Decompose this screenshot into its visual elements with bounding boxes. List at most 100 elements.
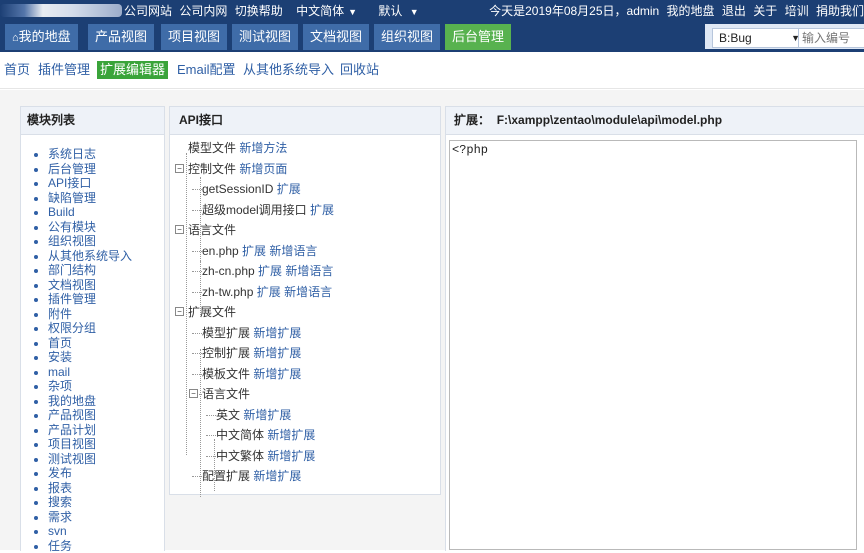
tree-action-link[interactable]: 新增扩展 <box>253 326 301 340</box>
module-item[interactable]: 报表 <box>48 481 164 496</box>
subnav-extension-editor[interactable]: 扩展编辑器 <box>97 61 168 79</box>
tree-node: en.php 扩展 新增语言 <box>174 242 440 263</box>
tree-node-label[interactable]: 配置扩展 <box>202 469 250 483</box>
module-item[interactable]: 插件管理 <box>48 292 164 307</box>
subnav-plugin-manage[interactable]: 插件管理 <box>38 62 90 78</box>
module-item[interactable]: 缺陷管理 <box>48 191 164 206</box>
collapse-toggle-icon[interactable]: − <box>175 164 184 173</box>
subnav-email-config[interactable]: Email配置 <box>177 62 236 78</box>
module-item[interactable]: svn <box>48 524 164 539</box>
module-item[interactable]: 杂项 <box>48 379 164 394</box>
search-input[interactable] <box>798 28 864 48</box>
about-link[interactable]: 关于 <box>753 4 777 18</box>
module-item[interactable]: 安装 <box>48 350 164 365</box>
module-item[interactable]: 附件 <box>48 307 164 322</box>
tree-action-link[interactable]: 新增语言 <box>285 264 333 278</box>
language-switch[interactable]: 中文简体▼ <box>296 4 361 18</box>
tree-node-label[interactable]: 中文繁体 <box>216 449 264 463</box>
tree-node-label[interactable]: 英文 <box>216 408 240 422</box>
module-item[interactable]: 产品计划 <box>48 423 164 438</box>
tree-node-label[interactable]: 超级model调用接口 <box>202 203 307 217</box>
tree-node-label[interactable]: 模板文件 <box>202 367 250 381</box>
my-dashboard-link[interactable]: 我的地盘 <box>667 4 715 18</box>
tree-node-label[interactable]: getSessionID <box>202 182 273 196</box>
code-editor[interactable] <box>449 140 857 550</box>
module-item[interactable]: 测试视图 <box>48 452 164 467</box>
module-item[interactable]: 后台管理 <box>48 162 164 177</box>
tree-node-label[interactable]: 模型扩展 <box>202 326 250 340</box>
tab-product[interactable]: 产品视图 <box>88 24 154 50</box>
tree-node-label[interactable]: 控制扩展 <box>202 346 250 360</box>
tree-node-label[interactable]: 控制文件 <box>188 162 236 176</box>
module-item[interactable]: mail <box>48 365 164 380</box>
tree-action-link[interactable]: 新增语言 <box>284 285 332 299</box>
module-item[interactable]: 系统日志 <box>48 147 164 162</box>
collapse-toggle-icon[interactable]: − <box>175 307 184 316</box>
top-right-links: 今天是2019年08月25日，admin 我的地盘 退出 关于 培训 捐助我们 <box>485 1 864 21</box>
tree-action-link[interactable]: 扩展 <box>310 203 334 217</box>
tab-my-dashboard[interactable]: ⌂我的地盘 <box>5 24 78 50</box>
tree-action-link[interactable]: 新增扩展 <box>267 428 315 442</box>
tree-action-link[interactable]: 新增扩展 <box>243 408 291 422</box>
company-intranet-link[interactable]: 公司内网 <box>179 4 227 18</box>
tree-connector <box>192 333 202 334</box>
theme-switch[interactable]: 默认 ▼ <box>378 4 422 18</box>
tab-admin[interactable]: 后台管理 <box>445 24 511 50</box>
tree-action-link[interactable]: 新增扩展 <box>253 367 301 381</box>
module-item[interactable]: 文档视图 <box>48 278 164 293</box>
training-link[interactable]: 培训 <box>785 4 809 18</box>
subnav-recycle-bin[interactable]: 回收站 <box>340 62 379 78</box>
tree-node-label[interactable]: 模型文件 <box>188 141 236 155</box>
tree-action-link[interactable]: 新增扩展 <box>253 346 301 360</box>
tree-node-label[interactable]: 语言文件 <box>202 387 250 401</box>
module-item[interactable]: 需求 <box>48 510 164 525</box>
tab-project[interactable]: 项目视图 <box>161 24 227 50</box>
module-item[interactable]: 首页 <box>48 336 164 351</box>
tree-action-link[interactable]: 扩展 <box>257 285 281 299</box>
subnav-home[interactable]: 首页 <box>4 62 30 78</box>
logout-link[interactable]: 退出 <box>722 4 746 18</box>
switch-help-link[interactable]: 切换帮助 <box>235 4 283 18</box>
module-item[interactable]: 产品视图 <box>48 408 164 423</box>
company-site-link[interactable]: 公司网站 <box>124 4 172 18</box>
module-list-panel: 模块列表 系统日志后台管理API接口缺陷管理Build公有模块组织视图从其他系统… <box>20 106 165 551</box>
chevron-down-icon: ▼ <box>410 7 419 17</box>
module-item[interactable]: 发布 <box>48 466 164 481</box>
tab-org[interactable]: 组织视图 <box>374 24 440 50</box>
donate-link[interactable]: 捐助我们 <box>816 4 864 18</box>
module-item[interactable]: 项目视图 <box>48 437 164 452</box>
module-item[interactable]: 权限分组 <box>48 321 164 336</box>
module-item[interactable]: 从其他系统导入 <box>48 249 164 264</box>
tree-node-label[interactable]: 扩展文件 <box>188 305 236 319</box>
tree-action-link[interactable]: 扩展 <box>242 244 266 258</box>
module-item[interactable]: 组织视图 <box>48 234 164 249</box>
tree-node-label[interactable]: zh-cn.php <box>202 264 255 278</box>
tree-action-link[interactable]: 新增语言 <box>269 244 317 258</box>
tree-connector <box>206 415 216 416</box>
collapse-toggle-icon[interactable]: − <box>189 389 198 398</box>
tree-node: 控制扩展 新增扩展 <box>174 344 440 365</box>
module-item[interactable]: Build <box>48 205 164 220</box>
tree-node: 模型文件 新增方法 <box>174 139 440 160</box>
module-item[interactable]: API接口 <box>48 176 164 191</box>
tree-action-link[interactable]: 扩展 <box>258 264 282 278</box>
tab-test[interactable]: 测试视图 <box>232 24 298 50</box>
tree-node-label[interactable]: en.php <box>202 244 239 258</box>
tree-node-label[interactable]: zh-tw.php <box>202 285 253 299</box>
module-item[interactable]: 搜索 <box>48 495 164 510</box>
search-type-select[interactable]: B:Bug▼ <box>712 28 805 48</box>
tree-action-link[interactable]: 新增方法 <box>239 141 287 155</box>
collapse-toggle-icon[interactable]: − <box>175 225 184 234</box>
subnav-import[interactable]: 从其他系统导入 <box>243 62 334 78</box>
module-item[interactable]: 任务 <box>48 539 164 553</box>
tree-action-link[interactable]: 新增扩展 <box>267 449 315 463</box>
tree-action-link[interactable]: 扩展 <box>277 182 301 196</box>
tab-doc[interactable]: 文档视图 <box>303 24 369 50</box>
tree-node-label[interactable]: 中文简体 <box>216 428 264 442</box>
module-item[interactable]: 部门结构 <box>48 263 164 278</box>
tree-node-label[interactable]: 语言文件 <box>188 223 236 237</box>
module-item[interactable]: 我的地盘 <box>48 394 164 409</box>
module-item[interactable]: 公有模块 <box>48 220 164 235</box>
tree-action-link[interactable]: 新增扩展 <box>253 469 301 483</box>
tree-action-link[interactable]: 新增页面 <box>239 162 287 176</box>
